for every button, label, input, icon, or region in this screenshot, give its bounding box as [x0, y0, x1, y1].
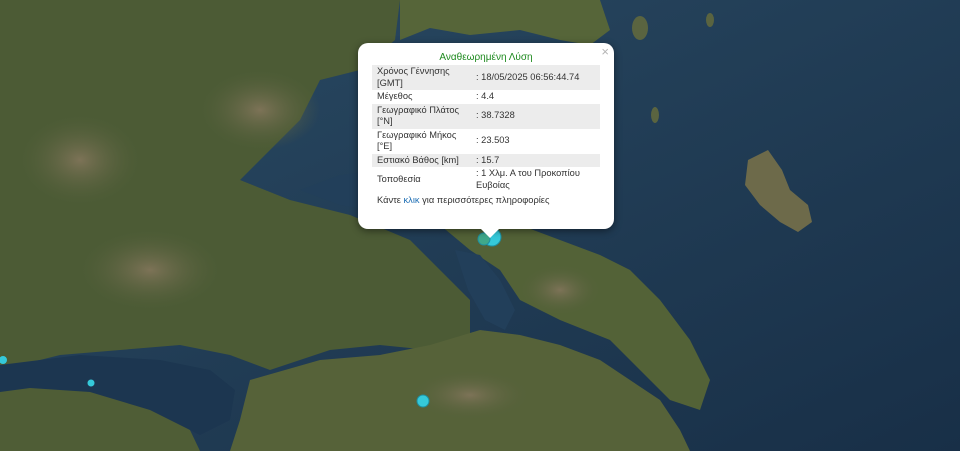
row-value: : 18/05/2025 06:56:44.74: [474, 65, 600, 90]
mountain-5: [410, 370, 530, 420]
table-row: Γεωγραφικό Μήκος [°E] : 23.503: [372, 129, 600, 154]
table-row: Μέγεθος : 4.4: [372, 90, 600, 104]
row-label: Εστιακό Βάθος [km]: [372, 153, 474, 167]
table-row: Γεωγραφικό Πλάτος [°N] : 38.7328: [372, 103, 600, 129]
row-label: Μέγεθος: [377, 91, 413, 101]
row-label: Γεωγραφικό Πλάτος [°N]: [372, 103, 474, 129]
mountain-3: [20, 115, 140, 205]
table-row: Χρόνος Γέννησης [GMT] : 18/05/2025 06:56…: [372, 65, 600, 90]
earthquake-details-table: Χρόνος Γέννησης [GMT] : 18/05/2025 06:56…: [372, 65, 600, 192]
row-value: : 15.7: [474, 153, 600, 167]
mountain-1: [80, 230, 220, 310]
earthquake-marker[interactable]: [416, 394, 430, 408]
mountain-4: [520, 265, 600, 315]
earthquake-info-popup: × Αναθεωρημένη Λύση Χρόνος Γέννησης [GMT…: [358, 43, 614, 238]
table-row: Εστιακό Βάθος [km] : 15.7: [372, 153, 600, 167]
more-info-suffix: για περισσότερες πληροφορίες: [422, 195, 550, 205]
island-north-1: [632, 16, 648, 40]
row-label: Γεωγραφικό Μήκος [°E]: [377, 129, 457, 152]
earthquake-marker[interactable]: [87, 379, 95, 387]
island-north-3: [651, 107, 659, 123]
island-north-2: [706, 13, 714, 27]
close-icon[interactable]: ×: [601, 45, 609, 59]
more-info-prefix: Κάντε: [377, 195, 401, 205]
mountain-2: [200, 70, 320, 150]
row-label: Χρόνος Γέννησης [GMT]: [372, 65, 474, 90]
row-value: : 23.503: [476, 135, 510, 146]
row-label: Τοποθεσία: [377, 173, 421, 184]
row-value: : 38.7328: [474, 103, 600, 129]
popup-title: Αναθεωρημένη Λύση: [439, 52, 533, 63]
more-info-line: Κάντε κλικ για περισσότερες πληροφορίες: [372, 195, 600, 205]
row-value: : 4.4: [476, 91, 495, 101]
row-value: : 1 Χλμ. Α του Προκοπίου Ευβοίας: [476, 168, 580, 190]
more-info-link[interactable]: κλικ: [404, 195, 420, 205]
table-row: Τοποθεσία : 1 Χλμ. Α του Προκοπίου Ευβοί…: [372, 167, 600, 192]
